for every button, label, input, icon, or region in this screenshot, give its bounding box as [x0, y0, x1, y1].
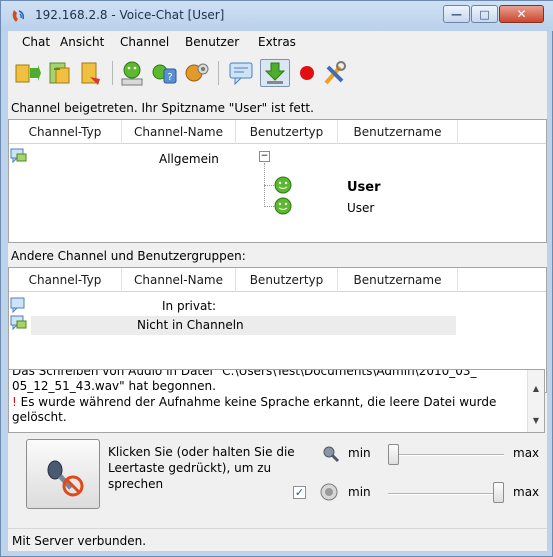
- channel-name-private[interactable]: In privat:: [162, 299, 216, 313]
- app-window: 192.168.2.8 - Voice-Chat [User] — □ ✕ Ch…: [0, 0, 553, 557]
- log-line: Das Schreiben von Audio in Datei "C:\Use…: [12, 369, 477, 378]
- close-icon: ✕: [516, 7, 527, 21]
- current-channel-list: Channel-Typ Channel-Name Benutzertyp Ben…: [8, 119, 547, 243]
- user-smiley-icon: [274, 197, 292, 215]
- microphone-slider-thumb[interactable]: [388, 444, 399, 465]
- user-name-self[interactable]: User: [347, 180, 381, 195]
- toolbar: ?: [8, 53, 547, 93]
- menu-extras[interactable]: Extras: [258, 35, 296, 49]
- scroll-down-icon[interactable]: ▼: [528, 416, 544, 425]
- close-button[interactable]: ✕: [499, 5, 544, 23]
- col-channel-type[interactable]: Channel-Typ: [9, 268, 122, 292]
- menu-benutzer[interactable]: Benutzer: [185, 35, 239, 49]
- speaker-checkbox[interactable]: ✓: [293, 486, 306, 499]
- talk-instruction: Klicken Sie (oder halten Sie die Leertas…: [108, 445, 295, 491]
- download-button[interactable]: [260, 59, 290, 87]
- push-to-talk-button[interactable]: [26, 439, 100, 509]
- col-user-name[interactable]: Benutzername: [338, 268, 458, 292]
- toolbar-separator: [112, 61, 113, 85]
- other-channels-label: Andere Channel und Benutzergruppen:: [11, 249, 246, 263]
- channel-icon: [10, 148, 27, 164]
- mic-max-label: max: [513, 446, 540, 460]
- record-icon[interactable]: [292, 59, 322, 87]
- app-icon: [12, 10, 25, 22]
- log-text: Es wurde während der Aufnahme keine Spra…: [20, 395, 497, 409]
- channel-joined-label: Channel beigetreten. Ihr Spitzname "User…: [11, 101, 314, 115]
- speaker-slider-track[interactable]: [388, 493, 504, 495]
- user-info-icon[interactable]: ?: [150, 59, 180, 87]
- download-icon: [264, 62, 286, 84]
- col-channel-name[interactable]: Channel-Name: [122, 120, 236, 144]
- message-icon[interactable]: [226, 59, 256, 87]
- title-bar[interactable]: 192.168.2.8 - Voice-Chat [User] — □ ✕: [1, 1, 553, 31]
- speaker-volume-icon: [320, 483, 338, 501]
- warning-mark: !: [12, 395, 17, 409]
- leave-channel-icon[interactable]: [76, 59, 106, 87]
- col-channel-name[interactable]: Channel-Name: [122, 268, 236, 292]
- col-user-type[interactable]: Benutzertyp: [236, 120, 338, 144]
- user-name[interactable]: User: [347, 201, 374, 215]
- private-channel-icon: [10, 297, 25, 313]
- tree-line: [264, 185, 274, 186]
- col-user-type[interactable]: Benutzertyp: [236, 268, 338, 292]
- tree-line: [264, 206, 274, 207]
- tree-collapse-toggle[interactable]: −: [259, 151, 270, 162]
- window-title: 192.168.2.8 - Voice-Chat [User]: [35, 8, 225, 22]
- log-line: 05_12_51_43.wav" hat begonnen.: [12, 379, 216, 393]
- minimize-icon: —: [451, 8, 462, 21]
- toolbar-separator: [218, 61, 219, 85]
- speaker-slider-thumb[interactable]: [493, 482, 504, 503]
- users-icon[interactable]: [118, 59, 148, 87]
- other-channels-header: Channel-Typ Channel-Name Benutzertyp Ben…: [9, 268, 546, 292]
- speaker-min-label: min: [348, 485, 371, 499]
- maximize-button[interactable]: □: [471, 5, 498, 23]
- minimize-button[interactable]: —: [443, 5, 470, 23]
- log-box[interactable]: Das Schreiben von Audio in Datei "C:\Use…: [8, 369, 545, 433]
- create-channel-icon[interactable]: [44, 59, 74, 87]
- microphone-slider-track[interactable]: [388, 454, 504, 456]
- mic-min-label: min: [348, 446, 371, 460]
- join-channel-icon[interactable]: [12, 59, 42, 87]
- channel-name-no-channel[interactable]: Nicht in Channeln: [137, 318, 244, 332]
- col-channel-type[interactable]: Channel-Typ: [9, 120, 122, 144]
- col-user-name[interactable]: Benutzername: [338, 120, 458, 144]
- current-channel-header: Channel-Typ Channel-Name Benutzertyp Ben…: [9, 120, 546, 144]
- microphone-muted-icon: [47, 460, 84, 497]
- client-area: Chat Ansicht Channel Benutzer Extras ? C…: [8, 31, 547, 551]
- log-scrollbar[interactable]: ▲ ▼: [527, 370, 544, 432]
- menu-channel[interactable]: Channel: [120, 35, 169, 49]
- tools-icon[interactable]: [320, 59, 350, 87]
- menu-bar: Chat Ansicht Channel Benutzer Extras: [8, 31, 547, 53]
- log-line: gelöscht.: [12, 410, 67, 424]
- user-smiley-icon: [274, 176, 292, 194]
- log-line: ! Es wurde während der Aufnahme keine Sp…: [12, 395, 496, 409]
- user-settings-icon[interactable]: [182, 59, 212, 87]
- speaker-max-label: max: [513, 485, 540, 499]
- menu-chat[interactable]: Chat: [22, 35, 50, 49]
- connection-status: Mit Server verbunden.: [12, 534, 147, 548]
- channel-name-allgemein[interactable]: Allgemein: [159, 152, 219, 166]
- svg-text:?: ?: [167, 72, 172, 83]
- status-bar: Mit Server verbunden.: [8, 528, 547, 551]
- channel-icon: [10, 315, 27, 331]
- menu-ansicht[interactable]: Ansicht: [60, 35, 104, 49]
- microphone-volume-icon: [323, 446, 340, 463]
- maximize-icon: □: [479, 8, 490, 21]
- scroll-up-icon[interactable]: ▲: [528, 384, 544, 393]
